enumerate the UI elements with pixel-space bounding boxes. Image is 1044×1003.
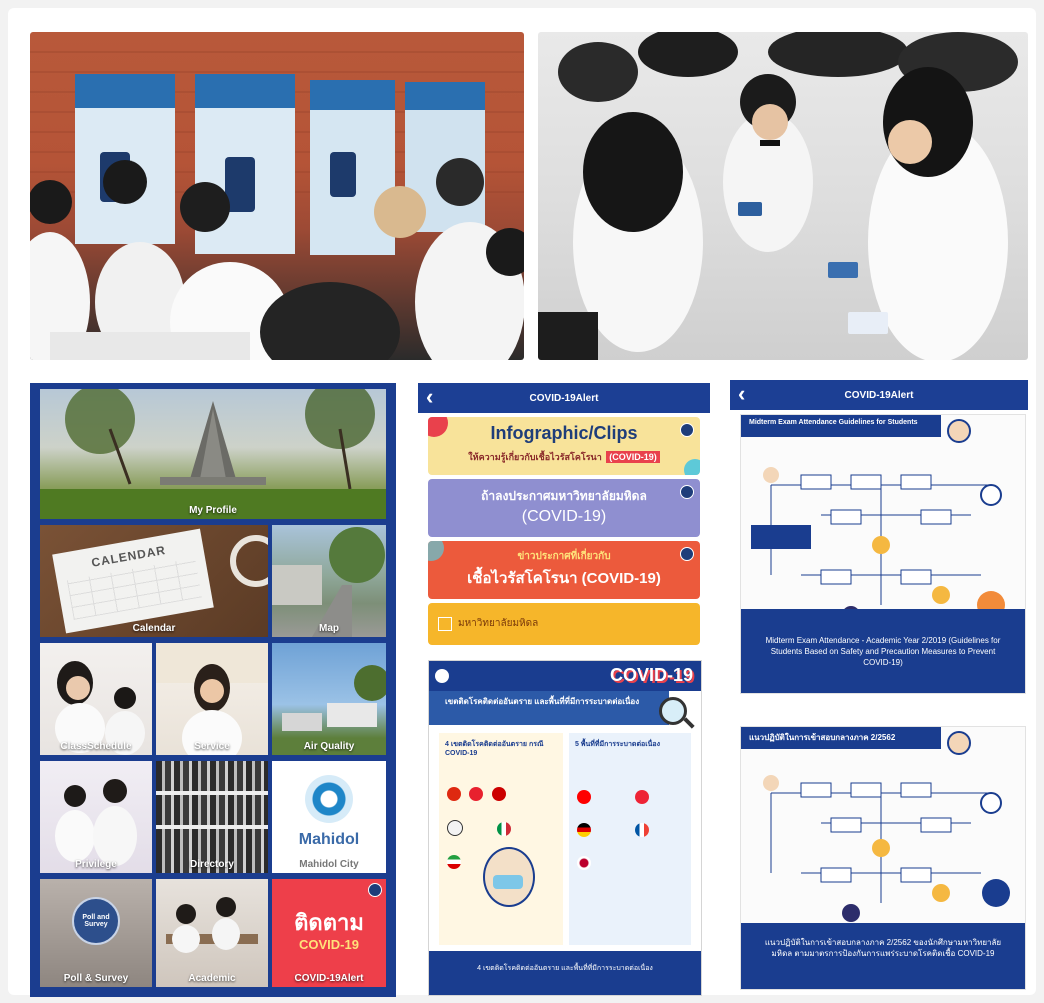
flowchart-2[interactable]: แนวปฏิบัติในการเข้าสอบกลางภาค 2/2562 แนว…	[740, 726, 1026, 990]
covid-screen-1-header: ‹ COVID-19Alert	[418, 383, 710, 413]
staff-illustration	[156, 643, 268, 755]
campus-landmark-illustration	[40, 389, 386, 519]
tile-air-quality-label: Air Quality	[303, 741, 355, 752]
flowchart-2-caption-box: แนวปฏิบัติในการเข้าสอบกลางภาค 2/2562 ของ…	[741, 923, 1025, 989]
tile-map[interactable]: Map	[272, 525, 386, 637]
flowchart-1-caption-box: Midterm Exam Attendance - Academic Year …	[741, 609, 1025, 693]
tile-calendar[interactable]: CALENDAR Calendar	[40, 525, 268, 637]
infographic-col1: 4 เขตติดโรคติดต่ออันตราย กรณี COVID-19	[439, 733, 563, 945]
photo-exhibition-booth	[30, 32, 524, 360]
flowchart-2-diagram	[763, 775, 1010, 922]
tile-mahidol-city-label: Mahidol City	[299, 859, 359, 870]
infographic-headline: เขตติดโรคติดต่ออันตราย และพื้นที่ที่มีกา…	[429, 691, 669, 725]
tile-air-quality[interactable]: Air Quality	[272, 643, 386, 755]
covid-screen-2-title: COVID-19Alert	[844, 389, 914, 401]
students-illustration	[538, 32, 1018, 360]
student-avatar-icon	[947, 731, 971, 755]
card-coronavirus-news[interactable]: ข่าวประกาศที่เกี่ยวกับ เชื้อไวรัสโคโรนา …	[428, 541, 700, 599]
infographic-col1-title: 4 เขตติดโรคติดต่ออันตราย กรณี COVID-19	[445, 741, 544, 757]
tile-map-label: Map	[319, 623, 339, 634]
covid-screen-2-header: ‹ COVID-19Alert	[730, 380, 1028, 410]
card-news-sub: เชื้อไวรัสโคโรนา (COVID-19)	[467, 570, 661, 587]
covid-screen-1-title: COVID-19Alert	[529, 392, 599, 404]
covid-alert-sub-text: COVID-19	[299, 937, 359, 952]
covid-alert-big-text: ติดตาม	[294, 910, 364, 935]
card-mahidol-title: มหาวิทยาลัยมหิดล	[458, 618, 539, 629]
covid-infographic-poster: COVID-19 เขตติดโรคติดต่ออันตราย และพื้นท…	[428, 660, 702, 996]
card-university-announcement[interactable]: ถ้าลงประกาศมหาวิทยาลัยมหิดล (COVID-19)	[428, 479, 700, 537]
covid-alert-screen-right: ‹ COVID-19Alert Midterm Exam Attendance …	[730, 380, 1028, 994]
tile-covid-alert[interactable]: ติดตาม COVID-19 COVID-19Alert	[272, 879, 386, 987]
tile-calendar-label: Calendar	[132, 623, 176, 634]
tile-directory-label: Directory	[190, 859, 234, 870]
tile-poll-survey[interactable]: Poll and Survey Poll & Survey	[40, 879, 152, 987]
building-sky-illustration	[282, 665, 386, 731]
info-icon	[368, 883, 382, 897]
app-home-screen: My Profile CALENDAR Calendar Map ClassSc…	[30, 383, 396, 997]
card-announcement-sub: (COVID-19)	[521, 508, 607, 525]
flowchart-1[interactable]: Midterm Exam Attendance Guidelines for S…	[740, 414, 1026, 694]
card-infographic-clips[interactable]: Infographic/Clips ให้ความรู้เกี่ยวกับเชื…	[428, 417, 700, 475]
card-announcement-title: ถ้าลงประกาศมหาวิทยาลัยมหิดล	[481, 489, 647, 503]
flowchart-1-heading: Midterm Exam Attendance Guidelines for S…	[741, 415, 941, 437]
mahidol-city-logo-text: Mahidol	[298, 831, 360, 848]
info-icon	[680, 485, 694, 499]
info-icon	[680, 547, 694, 561]
infographic-col2-title: 5 พื้นที่ที่มีการระบาดต่อเนื่อง	[575, 741, 660, 748]
students-table-illustration	[166, 897, 258, 953]
infographic-footer-text: 4 เขตติดโรคติดต่ออันตราย และพื้นที่ที่มี…	[477, 965, 653, 972]
card-infographic-sub: ให้ความรู้เกี่ยวกับเชื้อไวรัสโคโรนา	[468, 452, 602, 462]
campus-road-illustration	[272, 527, 385, 637]
card-infographic-title: Infographic/Clips	[490, 423, 638, 443]
card-infographic-tag: (COVID-19)	[606, 451, 660, 463]
card-news-title: ข่าวประกาศที่เกี่ยวกับ	[517, 551, 611, 562]
magnifier-icon	[659, 697, 687, 725]
back-chevron-icon[interactable]: ‹	[738, 382, 745, 406]
checkbox-icon	[438, 617, 452, 631]
tile-my-profile[interactable]: My Profile	[40, 389, 386, 519]
tile-mahidol-city[interactable]: Mahidol Mahidol City	[272, 761, 386, 873]
tile-academic-label: Academic	[188, 973, 236, 984]
university-logo-icon	[435, 669, 449, 683]
flowchart-2-caption: แนวปฏิบัติในการเข้าสอบกลางภาค 2/2562 ของ…	[764, 938, 1002, 959]
masked-person-illustration	[483, 847, 535, 907]
tile-service[interactable]: Service	[156, 643, 268, 755]
student-avatar-icon	[947, 419, 971, 443]
tile-poll-survey-label: Poll & Survey	[63, 973, 129, 984]
magnifier-handle	[683, 717, 695, 729]
students-studying-illustration	[55, 661, 145, 755]
infographic-header: COVID-19	[429, 661, 701, 691]
tile-directory[interactable]: Directory	[156, 761, 268, 873]
tile-class-schedule[interactable]: ClassSchedule	[40, 643, 152, 755]
calendar-paper: CALENDAR	[52, 528, 214, 634]
photo-students-crowd	[538, 32, 1028, 360]
infographic-col2: 5 พื้นที่ที่มีการระบาดต่อเนื่อง	[569, 733, 691, 945]
infographic-footer: 4 เขตติดโรคติดต่ออันตราย และพื้นที่ที่มี…	[429, 951, 701, 995]
flowchart-1-caption: Midterm Exam Attendance - Academic Year …	[765, 636, 1001, 668]
tile-academic[interactable]: Academic	[156, 879, 268, 987]
back-chevron-icon[interactable]: ‹	[426, 385, 433, 409]
tile-privilege[interactable]: Privilege	[40, 761, 152, 873]
infographic-badge: COVID-19	[609, 665, 693, 685]
poll-survey-badge: Poll and Survey	[72, 897, 120, 945]
info-icon	[680, 423, 694, 437]
brick-wall	[30, 51, 524, 360]
mahidol-city-logo-icon	[305, 775, 353, 823]
poll-survey-badge-text: Poll and Survey	[82, 914, 110, 928]
tile-class-schedule-label: ClassSchedule	[60, 741, 132, 752]
flowchart-2-heading: แนวปฏิบัติในการเข้าสอบกลางภาค 2/2562	[741, 727, 941, 749]
card-mahidol[interactable]: มหาวิทยาลัยมหิดล	[428, 603, 700, 645]
covid-alert-screen-middle: ‹ COVID-19Alert Infographic/Clips ให้ควา…	[418, 383, 710, 651]
tile-covid-alert-label: COVID-19Alert	[294, 973, 364, 984]
tile-privilege-label: Privilege	[75, 859, 117, 870]
tile-my-profile-label: My Profile	[189, 505, 237, 516]
students-group-illustration	[55, 779, 137, 866]
tile-service-label: Service	[194, 741, 230, 752]
